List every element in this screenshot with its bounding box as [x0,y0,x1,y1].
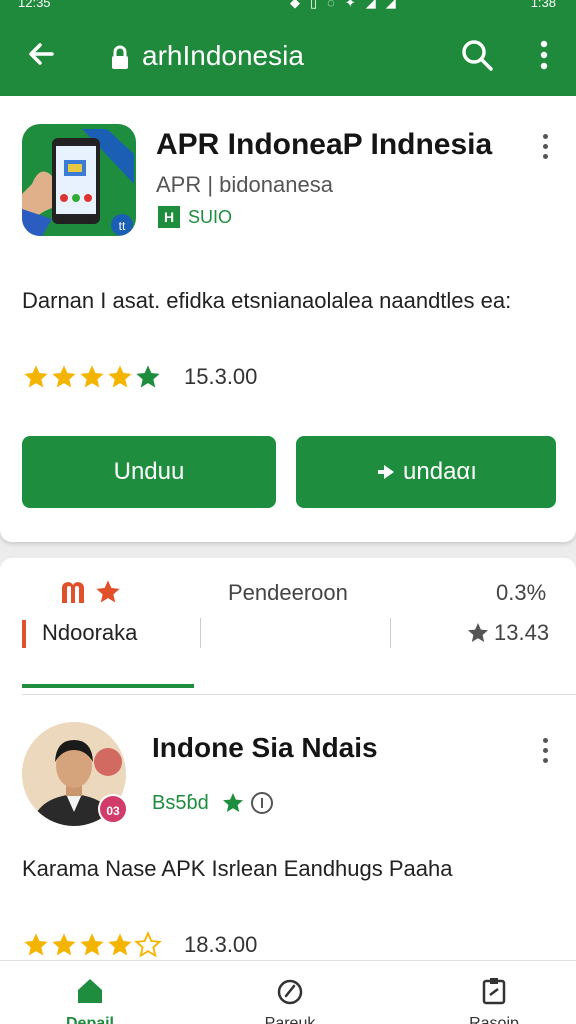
download-icon [378,465,395,479]
info-icon[interactable] [249,790,275,816]
clipboard-icon [482,978,506,1005]
stat-name[interactable]: Ndooraka [42,620,137,646]
item-more-icon[interactable] [540,738,550,766]
download-alt-button[interactable]: undaαı [296,436,556,508]
tab-indicator [22,684,194,688]
stat-score: 13.43 [466,620,549,646]
badge-label: SUIO [188,206,233,227]
item-code: Bs5ɓd [152,791,209,814]
svg-text:tt: tt [119,219,126,233]
star-icon [108,933,132,956]
star-icon [52,933,76,956]
app-title: APR IndoneaP Indnesia [156,128,493,161]
avatar-badge: 03 [98,794,128,824]
stat-label: Pendeeroon [228,580,348,605]
featured-app-card: tt APR IndoneaP Indnesia APR | bidonanes… [0,96,576,542]
star-icon [24,365,48,388]
star-icon [108,365,132,388]
app-developer[interactable]: APR | bidonanesa [156,172,333,198]
star-icon [134,931,162,958]
nav-item-library[interactable]: Rasoip [434,961,554,1024]
rating-value: 15.3.00 [184,364,258,389]
more-vert-icon[interactable] [532,38,556,72]
rating-stars [22,363,162,391]
download-button[interactable]: Unduu [22,436,276,508]
download-button-label: Unduu [113,458,185,485]
divider [200,618,201,648]
app-rating: 15.3.00 [22,362,257,392]
download-alt-button-label: undaαı [403,458,477,485]
nav-item-explore[interactable]: Pareuk [230,961,350,1024]
app-badge: H SUIO [158,206,232,228]
divider [390,618,391,648]
nav-label: Depail [65,1015,114,1024]
brand-logo [60,578,122,606]
nav-label: Rasoip [469,1015,519,1024]
accent-bar [22,620,26,648]
item-description: Karama Nase APK Isrlean Eandhugs Paaha [22,856,453,881]
app-bar-title: arhIndonesia [142,40,304,71]
home-icon [78,979,102,1003]
app-more-icon[interactable] [540,134,550,162]
nav-label: Pareuk [264,1015,316,1024]
star-icon [52,365,76,388]
star-icon [96,580,120,603]
star-icon [136,365,160,388]
system-icons: ◆▯◌✦◢◢ [290,0,406,10]
rating-value: 18.3.00 [184,932,258,957]
phone-icon: tt [22,129,134,236]
stat-score-value: 13.43 [494,620,550,645]
star-icon [222,793,243,812]
app-description: Darnan I asat. efidka etsnianaolalea naa… [22,288,512,313]
status-time-right: 1:38 [530,0,556,10]
badge-icon: H [158,206,180,228]
status-bar: 12:35 ◆▯◌✦◢◢ 1:38 [0,0,576,14]
item-title[interactable]: Indone Sia Ndais [152,732,378,764]
stat-percent: 0.3% [496,580,547,605]
list-card: Pendeeroon 0.3% Ndooraka 13.43 03 Indone… [0,558,576,1024]
star-icon [80,365,104,388]
app-bar: arhIndonesia [0,14,576,96]
star-icon [24,933,48,956]
divider [22,694,576,695]
app-icon[interactable]: tt [22,124,136,236]
star-icon [80,933,104,956]
lock-icon [112,45,128,69]
item-meta: Bs5ɓd [152,790,275,816]
search-icon[interactable] [458,36,496,74]
rating-stars [22,931,162,959]
nav-item-home[interactable]: Depail [30,961,150,1024]
status-time: 12:35 [18,0,51,10]
item-rating: 18.3.00 [22,930,257,960]
compass-icon [277,979,303,1005]
bottom-nav: Depail Pareuk Rasoip [0,960,576,1024]
m-logo-icon [62,582,84,603]
back-arrow-icon[interactable] [22,34,62,74]
star-gray-icon [468,623,488,642]
